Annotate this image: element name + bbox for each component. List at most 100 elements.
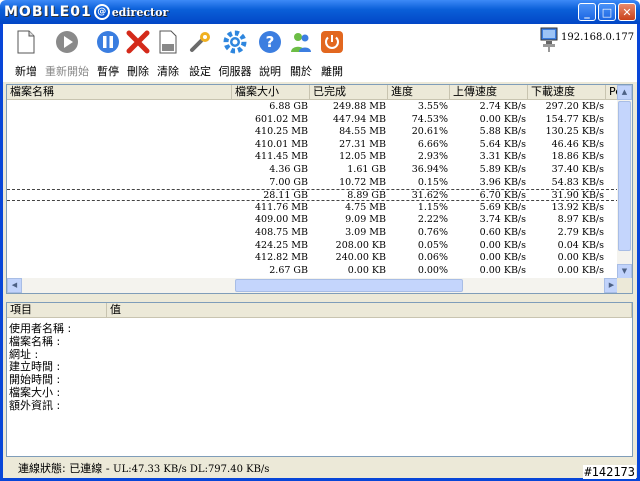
about-button[interactable]: 關於 xyxy=(286,30,316,78)
cell-filename xyxy=(7,240,229,252)
file-list-hscrollbar[interactable]: ◀ ▶ xyxy=(7,278,619,293)
delete-label: 刪除 xyxy=(127,65,149,78)
clear-icon xyxy=(156,30,180,54)
cell-progress: 0.00% xyxy=(417,264,448,276)
cell-upload-speed: 0.00 KB/s xyxy=(479,113,526,125)
table-row[interactable]: 411.76 MB 4.75 MB 1.15% 5.69 KB/s 13.92 KB/s xyxy=(7,202,619,214)
cell-completed: 27.31 MB xyxy=(339,138,386,150)
table-row[interactable]: 411.45 MB 12.05 MB 2.93% 3.31 KB/s 18.86 KB/… xyxy=(7,151,619,163)
settings-label: 設定 xyxy=(189,65,211,78)
cell-filename xyxy=(7,177,229,189)
delete-button[interactable]: 刪除 xyxy=(123,30,153,78)
scroll-left-arrow-icon[interactable]: ◀ xyxy=(7,278,22,293)
cell-completed: 9.09 MB xyxy=(345,214,386,226)
cell-size: 424.25 MB xyxy=(255,239,308,251)
gear-icon xyxy=(223,30,247,54)
cell-size: 4.36 GB xyxy=(269,164,308,175)
table-row[interactable]: 408.75 MB 3.09 MB 0.76% 0.60 KB/s 2.79 KB/s xyxy=(7,227,619,239)
cell-upload-speed: 0.00 KB/s xyxy=(479,239,526,251)
restart-button[interactable]: 重新開始 xyxy=(45,30,89,78)
detail-item: 額外資訊 : xyxy=(9,398,61,412)
watermark: #142173 xyxy=(583,465,636,479)
cell-download-speed: 0.04 KB/s xyxy=(557,239,604,251)
table-row[interactable]: 4.36 GB 1.61 GB 36.94% 5.89 KB/s 37.40 KB/s xyxy=(7,164,619,176)
cell-completed: 84.55 MB xyxy=(339,126,386,138)
clear-button[interactable]: 清除 xyxy=(153,30,183,78)
network-status: 192.168.0.177 xyxy=(539,26,634,66)
brand-logo-text: MOBILE01 xyxy=(4,4,92,20)
cell-download-speed: 37.40 KB/s xyxy=(551,164,604,175)
col-header-download-speed[interactable]: 下載速度 xyxy=(528,85,606,100)
cell-upload-speed: 5.69 KB/s xyxy=(479,201,526,213)
new-label: 新增 xyxy=(15,65,37,78)
cell-filename xyxy=(7,101,229,113)
cell-size: 7.00 GB xyxy=(269,176,308,188)
table-row[interactable]: 424.25 MB 208.00 KB 0.05% 0.00 KB/s 0.04 KB/… xyxy=(7,240,619,252)
restart-icon xyxy=(55,30,79,54)
cell-download-speed: 54.83 KB/s xyxy=(551,176,604,188)
cell-upload-speed: 3.31 KB/s xyxy=(479,151,526,163)
detail-header-item[interactable]: 項目 xyxy=(7,303,107,318)
detail-header-value[interactable]: 值 xyxy=(107,303,632,318)
table-row[interactable]: 410.01 MB 27.31 MB 6.66% 5.64 KB/s 46.46 KB/… xyxy=(7,139,619,151)
cell-progress: 74.53% xyxy=(411,113,448,125)
toolbar: 新增 重新開始 暫停 刪除 清除 設定 伺服器 ? 說明 關於 離開 192.1… xyxy=(3,24,637,82)
table-row[interactable]: 412.82 MB 240.00 KB 0.06% 0.00 KB/s 0.00 KB/… xyxy=(7,252,619,264)
help-button[interactable]: ? 說明 xyxy=(255,30,285,78)
cell-upload-speed: 5.64 KB/s xyxy=(479,138,526,150)
server-button[interactable]: 伺服器 xyxy=(219,30,252,78)
cell-size: 2.67 GB xyxy=(269,264,308,276)
table-row[interactable]: 410.25 MB 84.55 MB 20.61% 5.88 KB/s 130.25 K… xyxy=(7,126,619,138)
scroll-up-arrow-icon[interactable]: ▲ xyxy=(617,85,632,100)
minimize-button[interactable]: _ xyxy=(578,3,596,21)
cell-progress: 0.06% xyxy=(417,252,448,264)
cell-filename xyxy=(7,190,229,202)
table-row[interactable]: 409.00 MB 9.09 MB 2.22% 3.74 KB/s 8.97 KB/s xyxy=(7,214,619,226)
col-header-size[interactable]: 檔案大小 xyxy=(232,85,310,100)
scroll-down-arrow-icon[interactable]: ▼ xyxy=(617,264,632,279)
cell-progress: 2.22% xyxy=(417,214,448,226)
file-list[interactable]: 檔案名稱 檔案大小 已完成 進度 上傳速度 下載速度 Pe 6.88 GB249… xyxy=(6,84,633,294)
table-row[interactable]: 28.11 GB 8.89 GB 31.62% 6.70 KB/s 31.90 KB/s xyxy=(7,189,619,202)
pause-button[interactable]: 暫停 xyxy=(93,30,123,78)
power-icon xyxy=(320,30,344,54)
delete-icon xyxy=(126,30,150,54)
title-bar: MOBILE01 @ edirector _ □ ✕ xyxy=(0,0,640,24)
cell-completed: 10.72 MB xyxy=(339,176,386,188)
cell-download-speed: 8.97 KB/s xyxy=(557,214,604,226)
settings-button[interactable]: 設定 xyxy=(185,30,215,78)
maximize-button[interactable]: □ xyxy=(598,3,616,21)
network-computer-icon xyxy=(540,27,558,52)
svg-text:?: ? xyxy=(266,33,275,51)
close-button[interactable]: ✕ xyxy=(618,3,636,21)
cell-upload-speed: 5.89 KB/s xyxy=(479,164,526,175)
exit-button[interactable]: 離開 xyxy=(317,30,347,78)
col-header-progress[interactable]: 進度 xyxy=(388,85,450,100)
about-label: 關於 xyxy=(290,65,312,78)
cell-progress: 31.62% xyxy=(411,190,448,202)
cell-download-speed: 0.00 KB/s xyxy=(557,252,604,264)
col-header-completed[interactable]: 已完成 xyxy=(310,85,388,100)
col-header-filename[interactable]: 檔案名稱 xyxy=(7,85,232,100)
table-row[interactable]: 2.67 GB 0.00 KB 0.00% 0.00 KB/s 0.00 KB/s xyxy=(7,265,619,277)
new-button[interactable]: 新增 xyxy=(11,30,41,78)
vscroll-thumb[interactable] xyxy=(618,101,631,251)
cell-completed: 1.61 GB xyxy=(347,164,386,175)
cell-download-speed: 130.25 KB/s xyxy=(545,126,604,138)
cell-progress: 3.55% xyxy=(417,101,448,112)
col-header-upload-speed[interactable]: 上傳速度 xyxy=(450,85,528,100)
file-list-vscrollbar[interactable]: ▲ ▼ xyxy=(617,85,632,279)
table-row[interactable]: 7.00 GB 10.72 MB 0.15% 3.96 KB/s 54.83 KB/s xyxy=(7,177,619,189)
cell-filename xyxy=(7,202,229,214)
cell-completed: 0.00 KB xyxy=(347,264,386,276)
cell-filename xyxy=(7,214,229,226)
cell-filename xyxy=(7,151,229,163)
table-row[interactable]: 601.02 MB 447.94 MB 74.53% 0.00 KB/s 154.77 … xyxy=(7,114,619,126)
cell-completed: 12.05 MB xyxy=(339,151,386,163)
pause-icon xyxy=(96,30,120,54)
cell-completed: 3.09 MB xyxy=(345,227,386,238)
table-row[interactable]: 6.88 GB 249.88 MB 3.55% 2.74 KB/s 297.20 KB/… xyxy=(7,101,619,113)
cell-progress: 6.66% xyxy=(417,138,448,150)
cell-download-speed: 18.86 KB/s xyxy=(551,151,604,163)
hscroll-thumb[interactable] xyxy=(235,279,463,292)
